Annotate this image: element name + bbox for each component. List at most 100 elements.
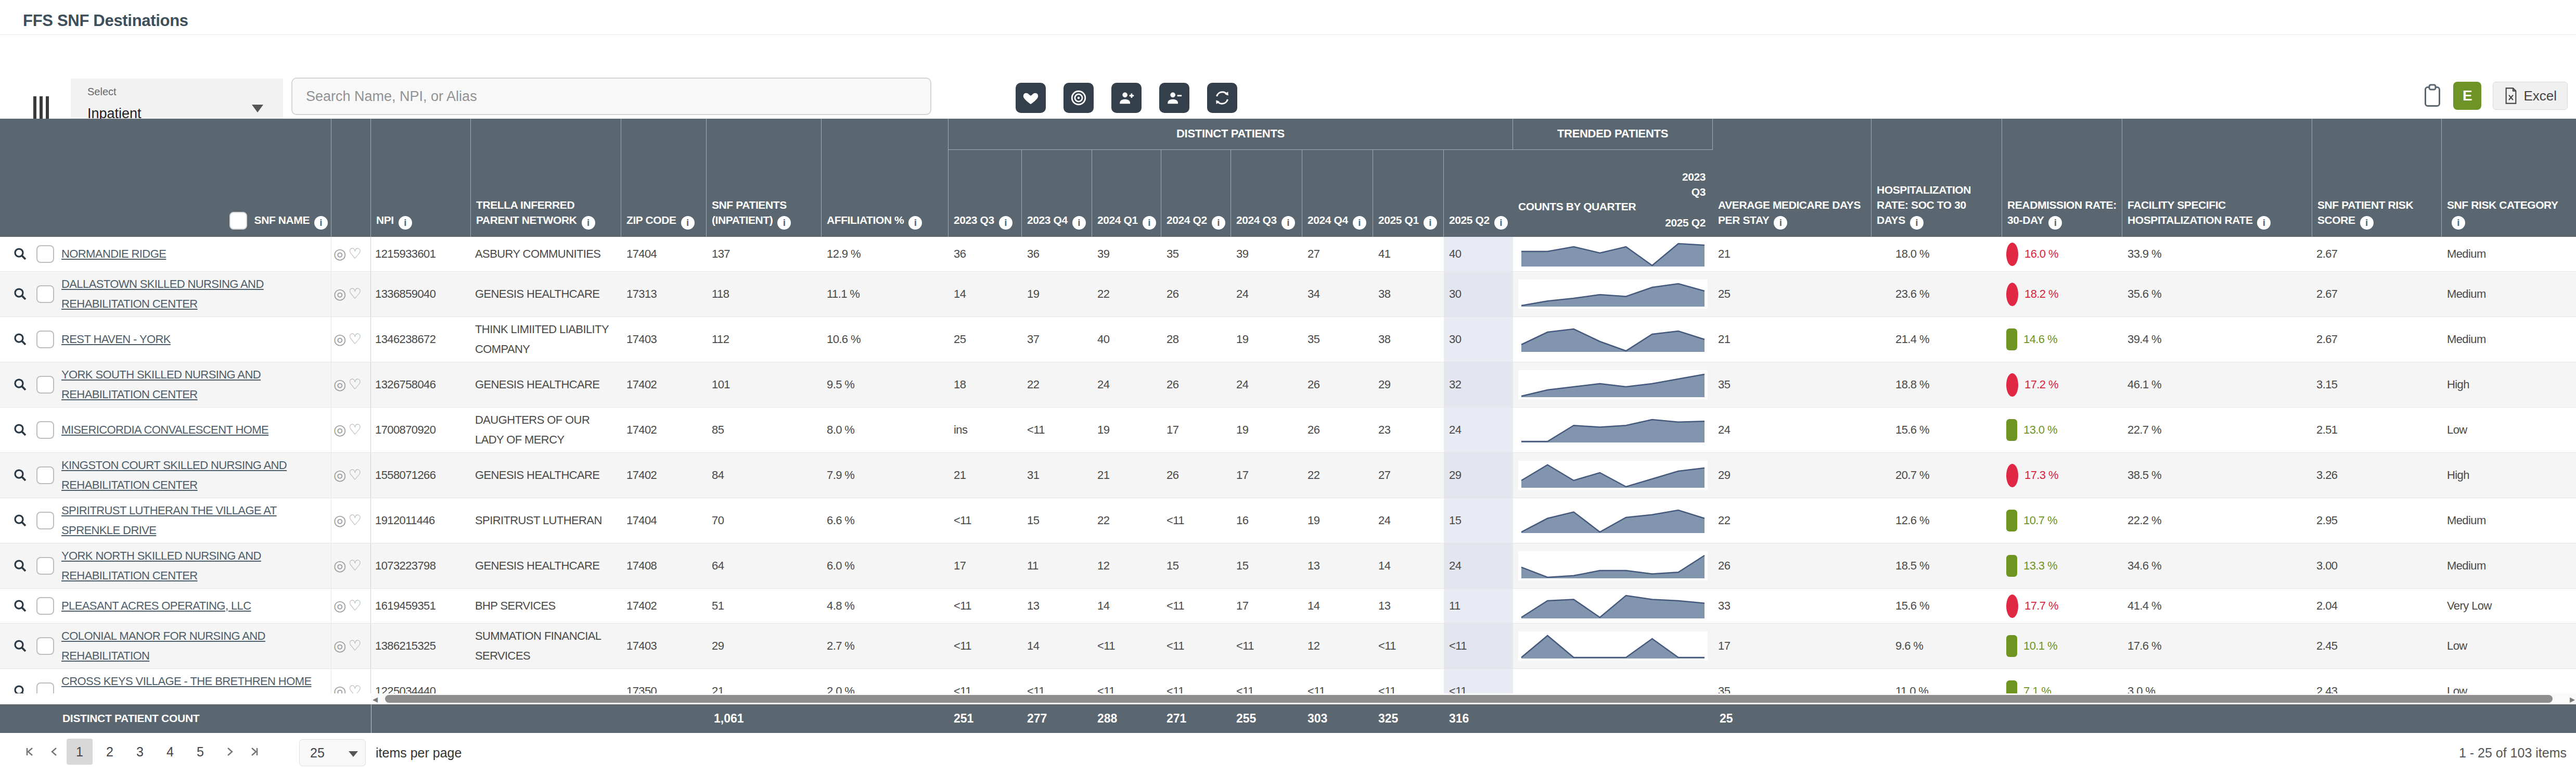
info-icon[interactable]: i xyxy=(1353,216,1366,230)
row-search-icon[interactable] xyxy=(12,422,28,438)
row-checkbox[interactable] xyxy=(36,557,54,575)
col-header-quarter[interactable]: 2024 Q2i xyxy=(1161,150,1231,237)
info-icon[interactable]: i xyxy=(1774,216,1787,230)
info-icon[interactable]: i xyxy=(2452,216,2465,230)
remove-person-button[interactable] xyxy=(1159,83,1189,113)
row-search-icon[interactable] xyxy=(12,246,28,262)
col-header-npi[interactable]: NPIi xyxy=(371,119,471,237)
excel-export-button[interactable]: Excel xyxy=(2493,82,2568,110)
row-search-icon[interactable] xyxy=(12,558,28,574)
info-icon[interactable]: i xyxy=(1494,216,1508,230)
row-search-icon[interactable] xyxy=(12,377,28,393)
row-checkbox[interactable] xyxy=(36,421,54,439)
search-input[interactable]: Search Name, NPI, or Alias xyxy=(291,78,931,115)
prev-page-button[interactable] xyxy=(43,739,67,765)
col-header-quarter[interactable]: 2024 Q4i xyxy=(1302,150,1373,237)
heart-icon[interactable]: ♡ xyxy=(349,556,362,576)
col-header-quarter[interactable]: 2023 Q4i xyxy=(1022,150,1092,237)
last-page-button[interactable] xyxy=(241,739,265,765)
target-icon[interactable]: ◎ xyxy=(334,465,346,485)
info-icon[interactable]: i xyxy=(2257,216,2271,230)
col-header-risk-score[interactable]: SNF PATIENT RISK SCOREi xyxy=(2312,119,2442,237)
scroll-right-arrow[interactable]: ▸ xyxy=(2570,693,2575,705)
info-icon[interactable]: i xyxy=(582,216,595,230)
target-icon[interactable]: ◎ xyxy=(334,330,346,349)
row-checkbox[interactable] xyxy=(36,245,54,263)
facility-link[interactable]: NORMANDIE RIDGE xyxy=(61,244,166,264)
col-header-risk-category[interactable]: SNF RISK CATEGORY i xyxy=(2442,119,2576,237)
compare-button[interactable] xyxy=(1207,83,1237,113)
col-header-snf-name[interactable]: SNF NAMEi xyxy=(0,119,331,237)
target-icon[interactable]: ◎ xyxy=(334,636,346,656)
heart-icon[interactable]: ♡ xyxy=(349,681,362,693)
row-checkbox[interactable] xyxy=(36,331,54,348)
e-badge[interactable]: E xyxy=(2453,82,2481,110)
row-search-icon[interactable] xyxy=(12,467,28,483)
row-search-icon[interactable] xyxy=(12,332,28,347)
facility-link[interactable]: DALLASTOWN SKILLED NURSING AND REHABILIT… xyxy=(61,274,331,314)
row-search-icon[interactable] xyxy=(12,598,28,614)
info-icon[interactable]: i xyxy=(908,216,922,230)
heart-icon[interactable]: ♡ xyxy=(349,636,362,656)
info-icon[interactable]: i xyxy=(1281,216,1295,230)
heart-icon[interactable]: ♡ xyxy=(349,596,362,616)
page-number-button[interactable]: 3 xyxy=(127,739,153,765)
row-checkbox[interactable] xyxy=(36,682,54,693)
page-number-button[interactable]: 1 xyxy=(67,739,93,765)
first-page-button[interactable] xyxy=(19,739,43,765)
row-checkbox[interactable] xyxy=(36,376,54,394)
info-icon[interactable]: i xyxy=(1910,216,1924,230)
heart-icon[interactable]: ♡ xyxy=(349,284,362,304)
col-header-readmission-rate[interactable]: READMISSION RATE: 30-DAYi xyxy=(2002,119,2122,237)
col-header-quarter[interactable]: 2025 Q2i xyxy=(1444,150,1513,237)
col-header-quarter[interactable]: 2024 Q3i xyxy=(1231,150,1302,237)
info-icon[interactable]: i xyxy=(1424,216,1437,230)
target-icon[interactable]: ◎ xyxy=(334,596,346,616)
heart-icon[interactable]: ♡ xyxy=(349,465,362,485)
heart-icon[interactable]: ♡ xyxy=(349,420,362,440)
heart-icon[interactable]: ♡ xyxy=(349,244,362,264)
col-header-counts-by-quarter[interactable]: COUNTS BY QUARTER 2023 Q3 2025 Q2 xyxy=(1513,150,1713,237)
add-person-button[interactable] xyxy=(1111,83,1142,113)
col-header-quarter[interactable]: 2025 Q1i xyxy=(1373,150,1444,237)
page-size-select[interactable]: 25 xyxy=(299,739,366,766)
row-checkbox[interactable] xyxy=(36,466,54,484)
row-search-icon[interactable] xyxy=(12,286,28,302)
heart-icon[interactable]: ♡ xyxy=(349,330,362,349)
info-icon[interactable]: i xyxy=(2360,216,2374,230)
info-icon[interactable]: i xyxy=(777,216,791,230)
info-icon[interactable]: i xyxy=(999,216,1013,230)
row-checkbox[interactable] xyxy=(36,637,54,655)
col-header-snf-patients[interactable]: SNF PATIENTS (INPATIENT)i xyxy=(707,119,822,237)
target-icon[interactable]: ◎ xyxy=(334,556,346,576)
col-header-facility-hosp-rate[interactable]: FACILITY SPECIFIC HOSPITALIZATION RATEi xyxy=(2122,119,2312,237)
favorites-button[interactable] xyxy=(1016,83,1046,113)
facility-link[interactable]: YORK SOUTH SKILLED NURSING AND REHABILIT… xyxy=(61,365,331,404)
page-number-button[interactable]: 4 xyxy=(157,739,183,765)
facility-link[interactable]: REST HAVEN - YORK xyxy=(61,330,171,349)
row-search-icon[interactable] xyxy=(12,638,28,654)
target-icon[interactable]: ◎ xyxy=(334,375,346,395)
target-icon[interactable]: ◎ xyxy=(334,244,346,264)
col-header-quarter[interactable]: 2024 Q1i xyxy=(1092,150,1161,237)
col-header-parent-network[interactable]: TRELLA INFERRED PARENT NETWORKi xyxy=(471,119,621,237)
facility-link[interactable]: PLEASANT ACRES OPERATING, LLC xyxy=(61,596,251,616)
row-checkbox[interactable] xyxy=(36,285,54,303)
scroll-left-arrow[interactable]: ◂ xyxy=(373,693,378,705)
target-icon[interactable]: ◎ xyxy=(334,420,346,440)
target-icon[interactable]: ◎ xyxy=(334,284,346,304)
facility-link[interactable]: MISERICORDIA CONVALESCENT HOME xyxy=(61,420,268,440)
facility-link[interactable]: COLONIAL MANOR FOR NURSING AND REHABILIT… xyxy=(61,626,331,666)
clipboard-icon[interactable] xyxy=(2423,84,2442,108)
facility-link[interactable]: KINGSTON COURT SKILLED NURSING AND REHAB… xyxy=(61,455,331,495)
facility-link[interactable]: YORK NORTH SKILLED NURSING AND REHABILIT… xyxy=(61,546,331,586)
col-header-affiliation[interactable]: AFFILIATION %i xyxy=(822,119,949,237)
facility-link[interactable]: CROSS KEYS VILLAGE - THE BRETHREN HOME C… xyxy=(61,672,331,693)
page-number-button[interactable]: 2 xyxy=(97,739,123,765)
horizontal-scrollbar[interactable]: ◂ ▸ xyxy=(0,693,2576,704)
page-number-button[interactable]: 5 xyxy=(187,739,213,765)
col-header-quarter[interactable]: 2023 Q3i xyxy=(949,150,1022,237)
row-checkbox[interactable] xyxy=(36,512,54,529)
target-icon[interactable]: ◎ xyxy=(334,681,346,693)
row-search-icon[interactable] xyxy=(12,513,28,528)
